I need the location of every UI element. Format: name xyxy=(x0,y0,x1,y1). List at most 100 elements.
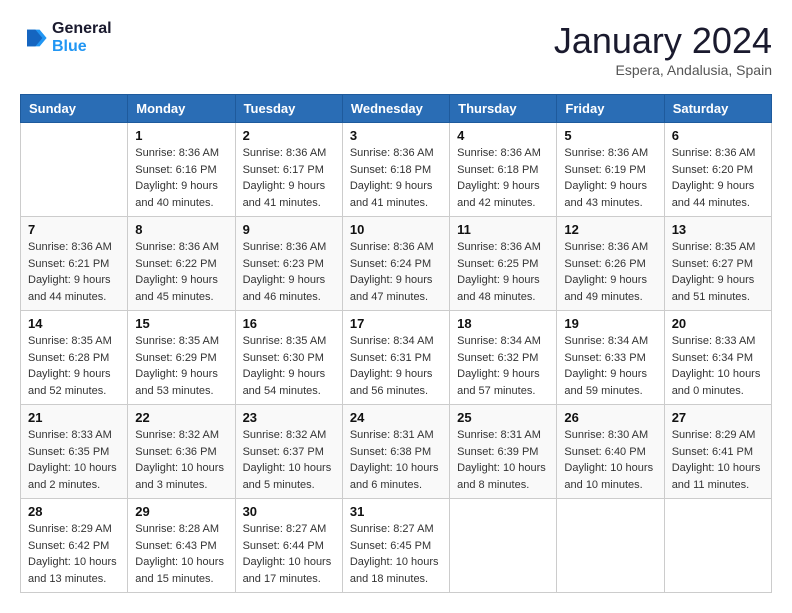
calendar-cell xyxy=(21,123,128,217)
daylight-text: Daylight: 9 hours and 46 minutes. xyxy=(243,272,335,305)
day-header-friday: Friday xyxy=(557,95,664,123)
sunrise-text: Sunrise: 8:34 AM xyxy=(564,333,656,350)
sunrise-text: Sunrise: 8:34 AM xyxy=(457,333,549,350)
sunrise-text: Sunrise: 8:36 AM xyxy=(135,145,227,162)
daylight-text: Daylight: 9 hours and 41 minutes. xyxy=(350,178,442,211)
daylight-text: Daylight: 9 hours and 42 minutes. xyxy=(457,178,549,211)
sunset-text: Sunset: 6:22 PM xyxy=(135,256,227,273)
day-info: Sunrise: 8:35 AMSunset: 6:28 PMDaylight:… xyxy=(28,333,120,399)
logo-icon xyxy=(20,24,48,52)
day-number: 12 xyxy=(564,222,656,237)
day-info: Sunrise: 8:33 AMSunset: 6:35 PMDaylight:… xyxy=(28,427,120,493)
sunrise-text: Sunrise: 8:36 AM xyxy=(564,239,656,256)
daylight-text: Daylight: 10 hours and 10 minutes. xyxy=(564,460,656,493)
day-number: 24 xyxy=(350,410,442,425)
calendar-cell: 27 Sunrise: 8:29 AMSunset: 6:41 PMDayligh… xyxy=(664,405,771,499)
calendar-cell: 23Sunrise: 8:32 AMSunset: 6:37 PMDayligh… xyxy=(235,405,342,499)
sunrise-text: Sunrise: 8:35 AM xyxy=(243,333,335,350)
daylight-text: Daylight: 10 hours and 0 minutes. xyxy=(672,366,764,399)
day-number: 26 xyxy=(564,410,656,425)
daylight-text: Daylight: 9 hours and 48 minutes. xyxy=(457,272,549,305)
sunset-text: Sunset: 6:28 PM xyxy=(28,350,120,367)
sunrise-text: Sunrise: 8:32 AM xyxy=(135,427,227,444)
day-info: Sunrise: 8:36 AMSunset: 6:22 PMDaylight:… xyxy=(135,239,227,305)
daylight-text: Daylight: 9 hours and 40 minutes. xyxy=(135,178,227,211)
calendar-cell: 10Sunrise: 8:36 AMSunset: 6:24 PMDayligh… xyxy=(342,217,449,311)
sunset-text: Sunset: 6:27 PM xyxy=(672,256,764,273)
sunrise-text: Sunrise: 8:32 AM xyxy=(243,427,335,444)
day-header-wednesday: Wednesday xyxy=(342,95,449,123)
sunrise-text: Sunrise: 8:29 AM xyxy=(28,521,120,538)
day-info: Sunrise: 8:31 AMSunset: 6:38 PMDaylight:… xyxy=(350,427,442,493)
daylight-text: Daylight: 9 hours and 51 minutes. xyxy=(672,272,764,305)
daylight-text: Daylight: 9 hours and 45 minutes. xyxy=(135,272,227,305)
day-number: 17 xyxy=(350,316,442,331)
day-info: Sunrise: 8:29 AMSunset: 6:41 PMDaylight:… xyxy=(672,427,764,493)
day-info: Sunrise: 8:36 AMSunset: 6:16 PMDaylight:… xyxy=(135,145,227,211)
daylight-text: Daylight: 10 hours and 17 minutes. xyxy=(243,554,335,587)
calendar-cell: 6Sunrise: 8:36 AMSunset: 6:20 PMDaylight… xyxy=(664,123,771,217)
daylight-text: Daylight: 9 hours and 52 minutes. xyxy=(28,366,120,399)
day-number: 13 xyxy=(672,222,764,237)
day-number: 16 xyxy=(243,316,335,331)
calendar-cell xyxy=(557,499,664,593)
sunset-text: Sunset: 6:44 PM xyxy=(243,538,335,555)
calendar-cell: 1Sunrise: 8:36 AMSunset: 6:16 PMDaylight… xyxy=(128,123,235,217)
day-header-sunday: Sunday xyxy=(21,95,128,123)
day-header-saturday: Saturday xyxy=(664,95,771,123)
daylight-text: Daylight: 10 hours and 5 minutes. xyxy=(243,460,335,493)
day-header-thursday: Thursday xyxy=(450,95,557,123)
calendar-week-1: 1Sunrise: 8:36 AMSunset: 6:16 PMDaylight… xyxy=(21,123,772,217)
daylight-text: Daylight: 9 hours and 59 minutes. xyxy=(564,366,656,399)
sunrise-text: Sunrise: 8:36 AM xyxy=(243,239,335,256)
sunrise-text: Sunrise: 8:36 AM xyxy=(457,145,549,162)
day-number: 8 xyxy=(135,222,227,237)
day-number: 30 xyxy=(243,504,335,519)
day-number: 25 xyxy=(457,410,549,425)
sunset-text: Sunset: 6:36 PM xyxy=(135,444,227,461)
calendar-cell xyxy=(450,499,557,593)
sunrise-text: Sunrise: 8:36 AM xyxy=(672,145,764,162)
sunrise-text: Sunrise: 8:30 AM xyxy=(564,427,656,444)
calendar-cell: 16 Sunrise: 8:35 AMSunset: 6:30 PMDayligh… xyxy=(235,311,342,405)
day-number: 5 xyxy=(564,128,656,143)
daylight-text: Daylight: 9 hours and 44 minutes. xyxy=(28,272,120,305)
day-number: 9 xyxy=(243,222,335,237)
sunset-text: Sunset: 6:18 PM xyxy=(457,162,549,179)
day-info: Sunrise: 8:34 AMSunset: 6:33 PMDaylight:… xyxy=(564,333,656,399)
daylight-text: Daylight: 9 hours and 57 minutes. xyxy=(457,366,549,399)
sunrise-text: Sunrise: 8:31 AM xyxy=(350,427,442,444)
page-header: General Blue January 2024 Espera, Andalu… xyxy=(20,20,772,78)
calendar-cell: 20Sunrise: 8:33 AMSunset: 6:34 PMDayligh… xyxy=(664,311,771,405)
calendar-cell: 31Sunrise: 8:27 AMSunset: 6:45 PMDayligh… xyxy=(342,499,449,593)
day-info: Sunrise: 8:36 AMSunset: 6:17 PMDaylight:… xyxy=(243,145,335,211)
day-info: Sunrise: 8:35 AMSunset: 6:30 PMDaylight:… xyxy=(243,333,335,399)
sunset-text: Sunset: 6:41 PM xyxy=(672,444,764,461)
calendar-cell: 28Sunrise: 8:29 AMSunset: 6:42 PMDayligh… xyxy=(21,499,128,593)
calendar-cell: 15 Sunrise: 8:35 AMSunset: 6:29 PMDayligh… xyxy=(128,311,235,405)
daylight-text: Daylight: 10 hours and 3 minutes. xyxy=(135,460,227,493)
sunrise-text: Sunrise: 8:36 AM xyxy=(135,239,227,256)
daylight-text: Daylight: 10 hours and 15 minutes. xyxy=(135,554,227,587)
daylight-text: Daylight: 10 hours and 8 minutes. xyxy=(457,460,549,493)
day-number: 2 xyxy=(243,128,335,143)
day-info: Sunrise: 8:35 AMSunset: 6:29 PMDaylight:… xyxy=(135,333,227,399)
day-info: Sunrise: 8:36 AMSunset: 6:18 PMDaylight:… xyxy=(350,145,442,211)
day-number: 19 xyxy=(564,316,656,331)
day-number: 20 xyxy=(672,316,764,331)
day-number: 15 xyxy=(135,316,227,331)
sunset-text: Sunset: 6:16 PM xyxy=(135,162,227,179)
calendar-cell: 30Sunrise: 8:27 AMSunset: 6:44 PMDayligh… xyxy=(235,499,342,593)
logo: General Blue xyxy=(20,20,112,56)
main-title: January 2024 xyxy=(554,20,772,62)
daylight-text: Daylight: 9 hours and 49 minutes. xyxy=(564,272,656,305)
day-number: 28 xyxy=(28,504,120,519)
sunset-text: Sunset: 6:17 PM xyxy=(243,162,335,179)
calendar-cell: 24 Sunrise: 8:31 AMSunset: 6:38 PMDayligh… xyxy=(342,405,449,499)
calendar-cell: 8 Sunrise: 8:36 AMSunset: 6:22 PMDaylight… xyxy=(128,217,235,311)
calendar-cell: 5Sunrise: 8:36 AMSunset: 6:19 PMDaylight… xyxy=(557,123,664,217)
sunset-text: Sunset: 6:33 PM xyxy=(564,350,656,367)
sunset-text: Sunset: 6:29 PM xyxy=(135,350,227,367)
day-number: 27 xyxy=(672,410,764,425)
calendar-cell xyxy=(664,499,771,593)
